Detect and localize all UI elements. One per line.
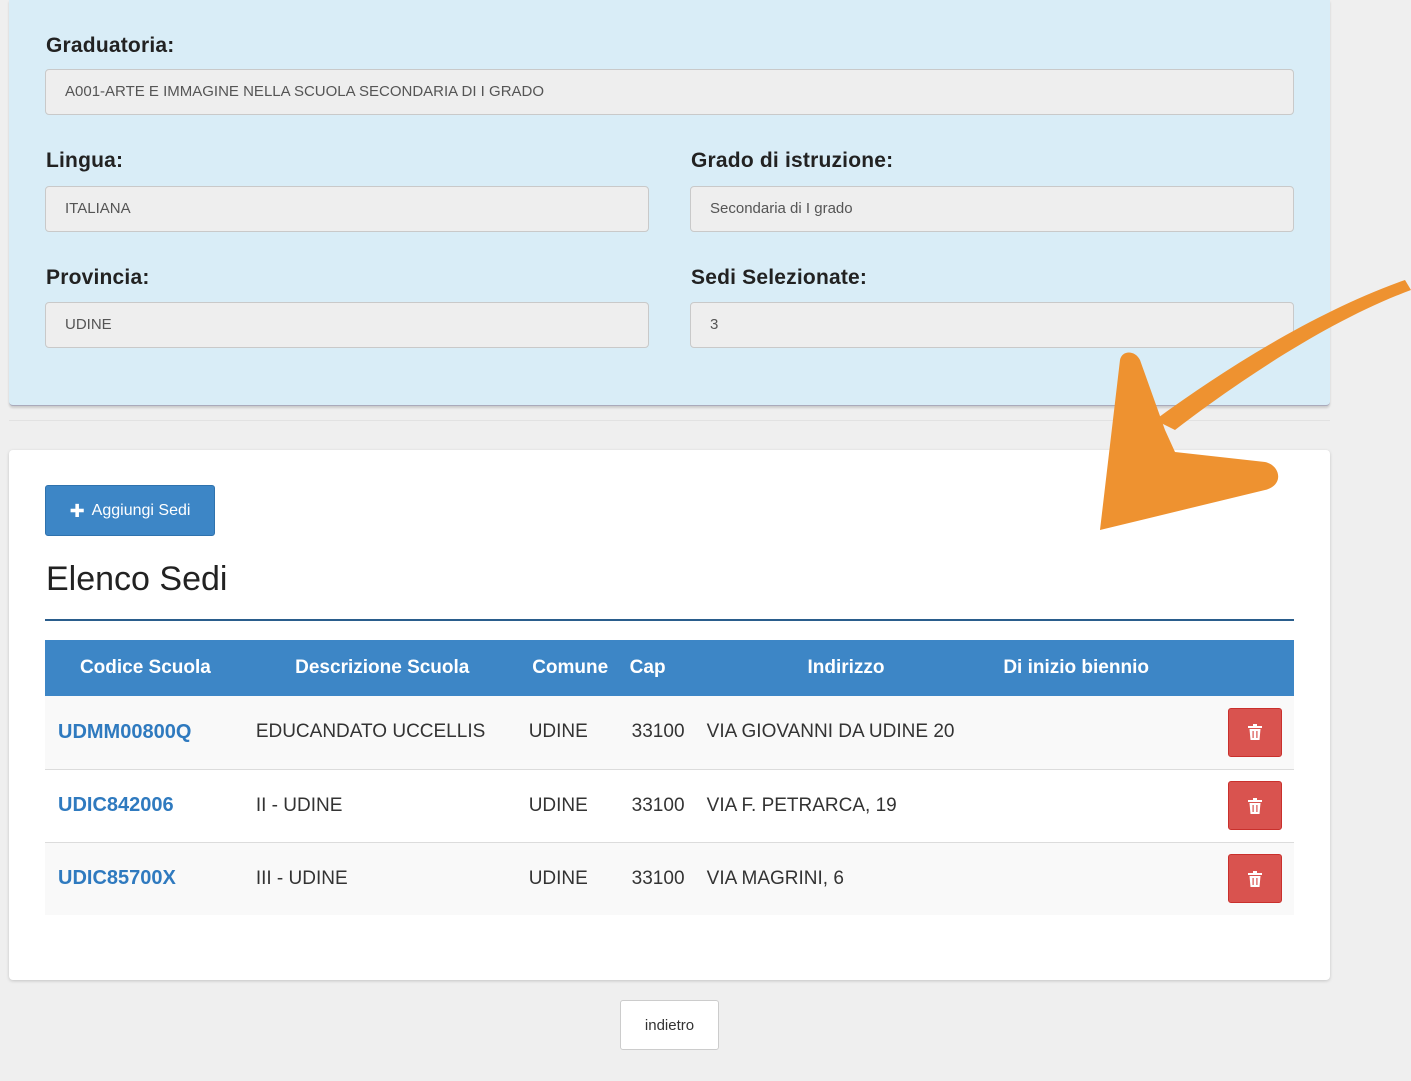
column-header-descrizione: Descrizione Scuola [245,640,519,696]
graduatoria-field: A001-ARTE E IMMAGINE NELLA SCUOLA SECOND… [45,69,1294,115]
title-rule [45,619,1294,621]
biennio-cell [995,769,1212,843]
column-header-actions [1211,640,1294,696]
codice-cell: UDMM00800Q [45,696,246,770]
add-sedi-label: Aggiungi Sedi [91,501,191,519]
actions-cell [1211,696,1294,770]
sedi-selezionate-label: Sedi Selezionate: [691,266,868,289]
comune-cell: UDINE [518,769,622,843]
column-header-biennio: Di inizio biennio [995,640,1212,696]
delete-button[interactable] [1228,707,1282,757]
column-header-codice: Codice Scuola [45,640,246,696]
table-row: UDMM00800Q EDUCANDATO UCCELLIS UDINE 331… [45,696,1294,770]
table-row: UDIC85700X III - UDINE UDINE 33100 VIA M… [45,842,1294,915]
table-header-row: Codice Scuola Descrizione Scuola Comune … [45,640,1294,696]
back-button[interactable]: indietro [620,1000,719,1050]
school-code-link[interactable]: UDIC85700X [58,867,176,889]
section-title: Elenco Sedi [46,560,228,598]
annotation-arrow-icon [1100,280,1411,530]
biennio-cell [995,842,1212,915]
codice-cell: UDIC85700X [45,842,246,915]
column-header-comune: Comune [518,640,622,696]
plus-icon: ✚ [69,500,85,521]
lingua-label: Lingua: [46,149,124,172]
lingua-field: ITALIANA [45,186,649,232]
codice-cell: UDIC842006 [45,769,246,843]
delete-button[interactable] [1228,854,1282,904]
grado-field: Secondaria di I grado [690,186,1294,232]
column-header-indirizzo: Indirizzo [696,640,996,696]
descrizione-cell: II - UDINE [245,769,519,843]
school-code-link[interactable]: UDMM00800Q [58,721,191,743]
indirizzo-cell: VIA F. PETRARCA, 19 [696,769,996,843]
cap-cell: 33100 [621,842,697,915]
indirizzo-cell: VIA MAGRINI, 6 [696,842,996,915]
cap-cell: 33100 [621,696,697,770]
sedi-table: Codice Scuola Descrizione Scuola Comune … [45,640,1294,915]
provincia-label: Provincia: [46,266,150,289]
descrizione-cell: III - UDINE [245,842,519,915]
descrizione-cell: EDUCANDATO UCCELLIS [245,696,519,770]
comune-cell: UDINE [518,842,622,915]
trash-icon [1248,870,1262,887]
delete-button[interactable] [1228,781,1282,830]
actions-cell [1211,769,1294,843]
school-code-link[interactable]: UDIC842006 [58,794,174,816]
biennio-cell [995,696,1212,770]
comune-cell: UDINE [518,696,622,770]
trash-icon [1248,797,1262,814]
add-sedi-button[interactable]: ✚ Aggiungi Sedi [45,485,215,536]
graduatoria-label: Graduatoria: [46,34,175,57]
provincia-field: UDINE [45,302,649,348]
grado-label: Grado di istruzione: [691,149,894,172]
cap-cell: 33100 [621,769,697,843]
column-header-cap: Cap [621,640,697,696]
table-row: UDIC842006 II - UDINE UDINE 33100 VIA F.… [45,769,1294,843]
actions-cell [1211,842,1294,915]
trash-icon [1248,724,1262,741]
indirizzo-cell: VIA GIOVANNI DA UDINE 20 [696,696,996,770]
